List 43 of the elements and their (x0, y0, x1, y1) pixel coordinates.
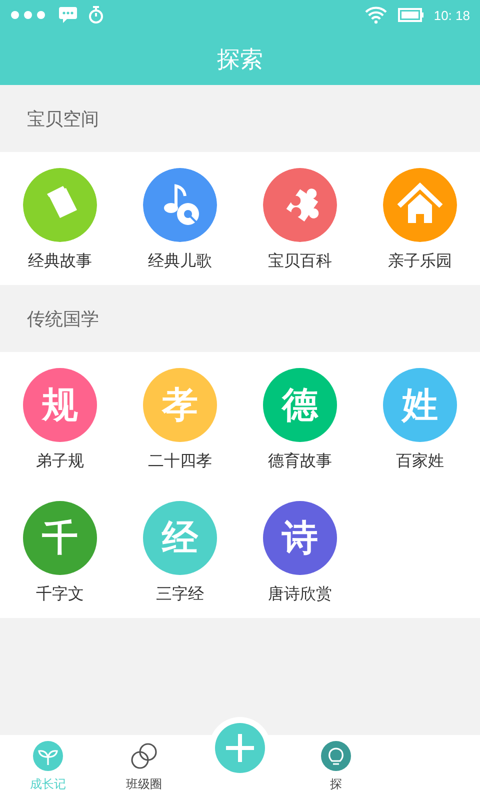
category-label: 唐诗欣赏 (268, 584, 332, 605)
tab[interactable]: 探 (317, 735, 355, 800)
calligraphy-icon: 孝 (143, 368, 217, 442)
category-label: 千字文 (36, 584, 84, 605)
category-item[interactable]: 亲子乐园 (360, 152, 480, 285)
category-label: 亲子乐园 (388, 251, 452, 272)
chat-bubble-icon (58, 6, 78, 24)
calligraphy-icon: 规 (23, 368, 97, 442)
category-label: 弟子规 (36, 451, 84, 472)
signal-dots-icon (10, 10, 48, 20)
calligraphy-icon: 千 (23, 501, 97, 575)
calligraphy-icon: 德 (263, 368, 337, 442)
calligraphy-icon: 诗 (263, 501, 337, 575)
tab[interactable]: 班级圈 (122, 735, 166, 800)
lightbulb-icon (321, 741, 351, 771)
category-item[interactable]: 千 千字文 (0, 485, 120, 618)
category-label: 三字经 (156, 584, 204, 605)
category-label: 百家姓 (396, 451, 444, 472)
category-label: 二十四孝 (148, 451, 212, 472)
page-title: 探索 (216, 46, 264, 75)
status-time: 10: 18 (434, 8, 470, 22)
category-item[interactable]: 规 弟子规 (0, 352, 120, 485)
battery-icon (398, 8, 424, 22)
section-title: 宝贝空间 (27, 108, 99, 130)
category-item[interactable]: 经典故事 (0, 152, 120, 285)
rings-icon (129, 741, 159, 771)
sprout-icon (33, 741, 63, 771)
category-item[interactable]: 经典儿歌 (120, 152, 240, 285)
category-item[interactable]: 经 三字经 (120, 485, 240, 618)
wifi-icon (364, 6, 388, 24)
category-item[interactable]: 诗 唐诗欣赏 (240, 485, 360, 618)
category-item[interactable]: 孝 二十四孝 (120, 352, 240, 485)
category-item[interactable]: 德 德育故事 (240, 352, 360, 485)
category-label: 德育故事 (268, 451, 332, 472)
calligraphy-icon: 姓 (383, 368, 457, 442)
section-title: 传统国学 (27, 308, 99, 330)
calligraphy-icon: 经 (143, 501, 217, 575)
category-label: 经典故事 (28, 251, 92, 272)
category-label: 宝贝百科 (268, 251, 332, 272)
category-item[interactable]: 宝贝百科 (240, 152, 360, 285)
category-label: 经典儿歌 (148, 251, 212, 272)
stopwatch-icon (88, 6, 104, 24)
category-item[interactable]: 姓 百家姓 (360, 352, 480, 485)
